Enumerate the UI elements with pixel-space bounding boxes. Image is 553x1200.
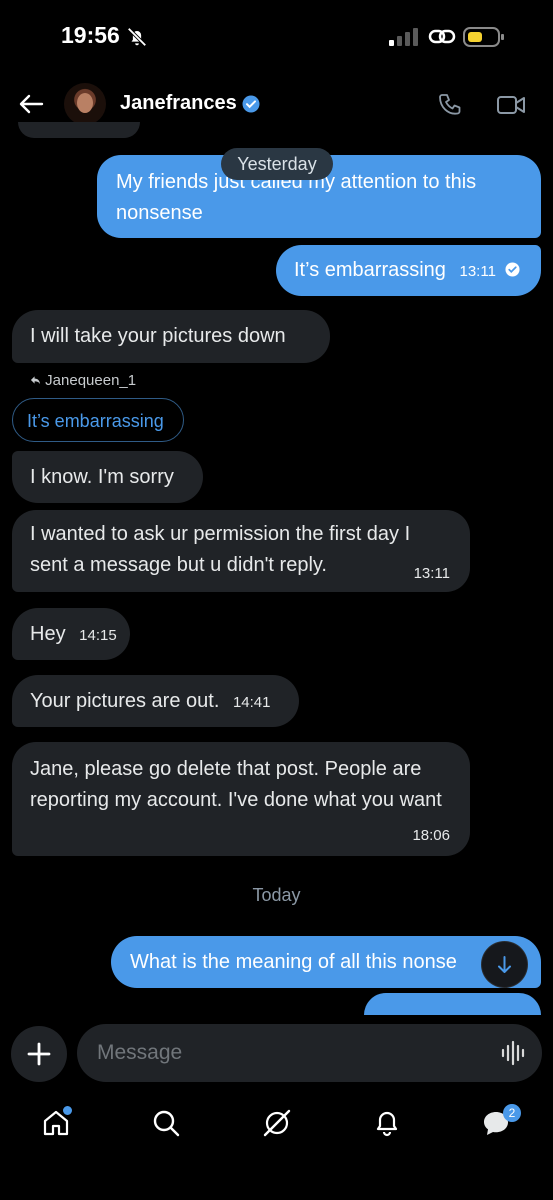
voice-message-icon[interactable]: [500, 1040, 526, 1066]
quoted-message[interactable]: It’s embarrassing: [12, 398, 184, 442]
video-call-icon[interactable]: [496, 93, 526, 117]
message-time: 14:41: [232, 694, 271, 711]
date-separator-today: Today: [252, 885, 301, 905]
message-time: 13:11: [413, 565, 450, 582]
message-input[interactable]: [77, 1024, 542, 1082]
message-text: What is the meaning of all this nonse: [130, 951, 457, 973]
date-separator-yesterday: Yesterday: [221, 148, 333, 180]
search-icon[interactable]: [151, 1108, 181, 1138]
message-text: Your pictures are out.: [30, 690, 220, 712]
message-incoming[interactable]: I wanted to ask ur permission the first …: [12, 510, 470, 592]
message-text: I wanted to ask ur permission the first …: [30, 523, 411, 576]
avatar[interactable]: [64, 83, 106, 125]
message-incoming[interactable]: I will take your pictures down: [12, 310, 330, 363]
reply-reference: Janequeen_1: [30, 372, 136, 389]
add-media-button[interactable]: [11, 1026, 67, 1082]
message-text: It’s embarrassing: [294, 259, 446, 281]
message-incoming[interactable]: Jane, please go delete that post. People…: [12, 742, 470, 856]
battery-icon: [463, 27, 504, 47]
status-time: 19:56: [61, 22, 120, 48]
scroll-to-bottom-button[interactable]: [482, 942, 527, 987]
reply-username: Janequeen_1: [45, 372, 137, 389]
message-outgoing[interactable]: It’s embarrassing 13:11: [276, 245, 541, 296]
back-arrow-icon[interactable]: [18, 91, 44, 117]
message-outgoing[interactable]: What is the meaning of all this nonse: [111, 936, 541, 988]
reply-icon: [30, 376, 41, 385]
cellular-signal-icon: [389, 28, 418, 46]
messages-badge: 2: [503, 1104, 521, 1122]
message-time: 14:15: [79, 627, 117, 644]
message-time: 18:06: [412, 827, 450, 844]
message-incoming[interactable]: I know. I'm sorry: [12, 451, 203, 503]
message-incoming[interactable]: Your pictures are out. 14:41: [12, 675, 299, 727]
clipped-bubble: [18, 122, 140, 138]
message-text: Hey: [30, 623, 66, 645]
bell-icon[interactable]: [372, 1108, 402, 1138]
message-text: I know. I'm sorry: [30, 466, 174, 488]
phone-icon[interactable]: [437, 92, 463, 118]
read-receipt-icon: [505, 262, 521, 277]
clipped-bubble: [364, 993, 541, 1015]
message-incoming[interactable]: Hey 14:15: [12, 608, 130, 660]
notification-dot: [61, 1104, 74, 1117]
message-time: 13:11: [459, 263, 496, 280]
contact-name[interactable]: Janefrances: [120, 92, 237, 115]
verified-badge-icon: [242, 95, 260, 113]
bell-off-icon: [127, 27, 147, 47]
grok-icon[interactable]: [262, 1108, 292, 1138]
arrow-down-icon: [498, 956, 511, 973]
link-icon: [428, 29, 456, 44]
message-text: Jane, please go delete that post. People…: [30, 758, 442, 811]
message-text: I will take your pictures down: [30, 325, 286, 347]
plus-icon: [27, 1042, 51, 1066]
